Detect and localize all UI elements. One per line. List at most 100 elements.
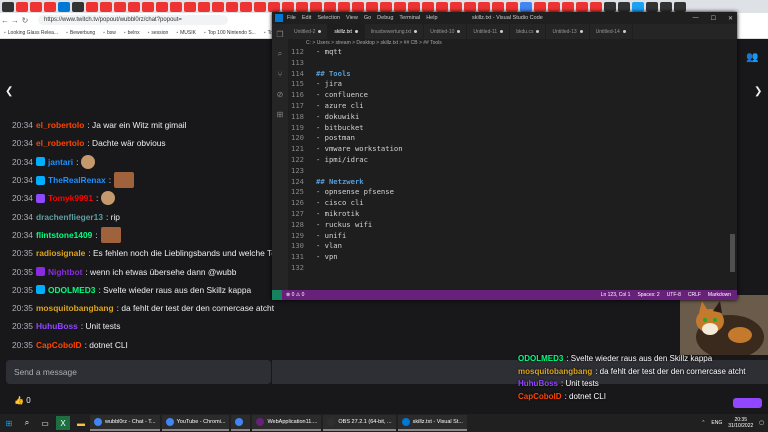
browser-tab[interactable] (352, 1, 364, 12)
browser-tab[interactable] (114, 1, 126, 12)
browser-tab[interactable] (674, 1, 686, 12)
taskbar-app[interactable]: wubbl0rz - Chat - T... (90, 415, 160, 431)
emote-icon[interactable] (81, 154, 96, 169)
breadcrumb[interactable]: C: > Users > stream > Desktop > skillz.t… (288, 39, 737, 47)
browser-tab[interactable] (58, 1, 70, 12)
message-username[interactable]: TheRealRenax (48, 175, 106, 185)
reload-icon[interactable]: ↻ (20, 16, 30, 25)
taskbar-app[interactable]: skillz.txt - Visual St... (397, 415, 467, 431)
search-icon[interactable]: ⌕ (272, 44, 288, 64)
browser-tab[interactable] (506, 1, 518, 12)
bookmark-item[interactable]: Top 100 Nintendo S... (204, 30, 256, 36)
task-view-icon[interactable]: ▭ (38, 416, 52, 430)
unsaved-dot-icon[interactable] (536, 30, 540, 33)
browser-tab[interactable] (156, 1, 168, 12)
bookmark-item[interactable]: Bewerbung (66, 30, 95, 36)
code-line[interactable]: 123 (288, 166, 737, 177)
user-badge-icon[interactable] (35, 193, 45, 203)
taskbar-app[interactable]: YouTube - Chromi... (161, 415, 230, 431)
browser-tab[interactable] (170, 1, 182, 12)
browser-tab[interactable] (296, 1, 308, 12)
file-explorer-icon[interactable]: ▬ (74, 416, 88, 430)
editor-tab[interactable]: Untitled-13 (546, 24, 590, 39)
code-line[interactable]: 112 - mqtt (288, 47, 737, 58)
browser-tab[interactable] (618, 1, 630, 12)
extensions-icon[interactable]: ⊞ (272, 104, 288, 124)
menu-item[interactable]: Edit (302, 15, 311, 21)
debug-icon[interactable]: ⊘ (272, 84, 288, 104)
browser-tab[interactable] (492, 1, 504, 12)
code-line[interactable]: 113 (288, 58, 737, 69)
bookmark-item[interactable]: session (148, 30, 168, 36)
code-line[interactable]: 119 - bitbucket (288, 123, 737, 134)
browser-tab[interactable] (184, 1, 196, 12)
message-username[interactable]: el_robertolo (36, 138, 84, 148)
code-line[interactable]: 115 - jira (288, 79, 737, 90)
encoding[interactable]: UTF-8 (667, 292, 681, 298)
browser-tab[interactable] (464, 1, 476, 12)
users-icon[interactable]: 👥 (746, 52, 758, 63)
bookmark-item[interactable]: Looking Glass Relea... (4, 30, 58, 36)
message-username[interactable]: ODOLMED3 (48, 285, 95, 295)
unsaved-dot-icon[interactable] (500, 30, 504, 33)
browser-tab[interactable] (604, 1, 616, 12)
chat-button[interactable] (733, 398, 762, 408)
unsaved-dot-icon[interactable] (354, 30, 358, 33)
browser-tab[interactable] (2, 1, 14, 12)
browser-tab[interactable] (282, 1, 294, 12)
browser-tab[interactable] (450, 1, 462, 12)
back-icon[interactable]: ← (0, 16, 10, 25)
code-line[interactable]: 126 - cisco cli (288, 198, 737, 209)
code-line[interactable]: 131 - vpn (288, 252, 737, 263)
browser-tab[interactable] (268, 1, 280, 12)
menu-item[interactable]: Terminal (399, 15, 420, 21)
editor-tab[interactable]: Untitled-2 (288, 24, 329, 39)
browser-tab[interactable] (100, 1, 112, 12)
editor-tab[interactable]: skillz.txt (328, 24, 365, 39)
menu-item[interactable]: Selection (317, 15, 340, 21)
windows-start-icon[interactable]: ⊞ (2, 416, 16, 430)
emote-icon[interactable] (100, 226, 121, 243)
send-message-input[interactable]: Send a message (6, 360, 271, 384)
browser-tab[interactable] (226, 1, 238, 12)
message-username[interactable]: flintstone1409 (36, 230, 92, 240)
unsaved-dot-icon[interactable] (414, 30, 418, 33)
code-line[interactable]: 125 - opnsense pfsense (288, 187, 737, 198)
editor-tab[interactable]: Untitled-14 (590, 24, 633, 39)
browser-tab[interactable] (212, 1, 224, 12)
url-input[interactable]: https://www.twitch.tv/popout/wubbl0rz/ch… (38, 15, 228, 25)
browser-tab[interactable] (240, 1, 252, 12)
browser-tab[interactable] (394, 1, 406, 12)
code-line[interactable]: 120 - postman (288, 133, 737, 144)
editor-tab[interactable]: Untitled-10 (424, 24, 468, 39)
browser-tab[interactable] (534, 1, 546, 12)
language-mode[interactable]: Markdown (708, 292, 731, 298)
code-line[interactable]: 117 - azure cli (288, 101, 737, 112)
browser-tab[interactable] (436, 1, 448, 12)
unsaved-dot-icon[interactable] (318, 30, 322, 33)
emote-icon[interactable] (101, 191, 116, 206)
user-badge-icon[interactable] (35, 267, 45, 277)
user-badge-icon[interactable] (35, 175, 45, 185)
browser-tab[interactable] (338, 1, 350, 12)
notifications-icon[interactable]: ▢ (759, 420, 764, 426)
code-editor[interactable]: 112 - mqtt 113 114 ## Tools 115 - jira 116 - con… (288, 47, 737, 289)
code-line[interactable]: 124 ## Netzwerk (288, 177, 737, 188)
message-username[interactable]: el_robertolo (36, 120, 84, 130)
menu-item[interactable]: Debug (377, 15, 393, 21)
code-line[interactable]: 116 - confluence (288, 90, 737, 101)
code-line[interactable]: 130 - vlan (288, 241, 737, 252)
browser-tab[interactable] (646, 1, 658, 12)
problems-status[interactable]: ⊗ 0 ⚠ 0 (286, 292, 304, 298)
browser-tab[interactable] (44, 1, 56, 12)
channel-points[interactable]: 👍 0 (14, 396, 31, 405)
unsaved-dot-icon[interactable] (622, 30, 626, 33)
maximize-icon[interactable]: ☐ (711, 15, 716, 22)
collapse-left-icon[interactable]: ❮ (5, 86, 13, 97)
menu-item[interactable]: Go (364, 15, 371, 21)
message-username[interactable]: Tomyk9991 (48, 193, 93, 203)
clock[interactable]: 20:35 31/10/2022 (728, 417, 753, 429)
browser-tab[interactable] (660, 1, 672, 12)
browser-tab[interactable] (548, 1, 560, 12)
browser-tab[interactable] (30, 1, 42, 12)
